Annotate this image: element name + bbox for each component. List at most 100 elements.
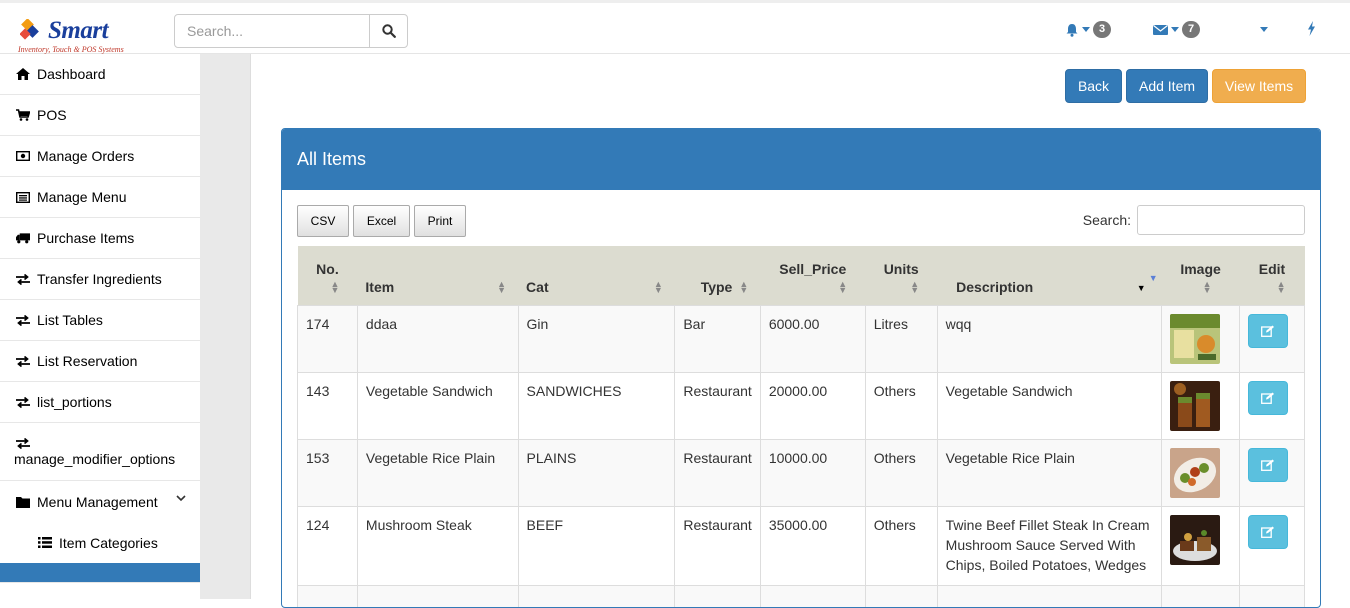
cell-no: 124	[297, 505, 358, 586]
sidebar-item-dashboard[interactable]: Dashboard	[0, 54, 200, 95]
sort-icon: ▲ ▼	[1276, 279, 1286, 295]
brand-name: Smart	[48, 17, 109, 44]
cell-edit	[1239, 505, 1305, 586]
sidebar-item-item-categories[interactable]: Item Categories	[0, 522, 200, 563]
sidebar-item-manage-menu[interactable]: Manage Menu	[0, 177, 200, 218]
sidebar-item-manage-orders[interactable]: Manage Orders	[0, 136, 200, 177]
quick-actions[interactable]	[1307, 21, 1316, 36]
top-navbar: Smart Inventory, Touch & POS Systems 3 7	[0, 0, 1350, 54]
edit-button[interactable]	[1248, 313, 1289, 348]
sidebar-item-manage-modifier-options[interactable]: manage_modifier_options	[0, 423, 200, 481]
edit-button[interactable]	[1248, 380, 1289, 415]
table-row-partial	[297, 584, 1305, 607]
cell-image	[1161, 438, 1241, 507]
sidebar-item-list-reservation[interactable]: List Reservation	[0, 341, 200, 382]
exchange-icon	[16, 314, 30, 326]
col-header-units[interactable]: Units ▲ ▼	[865, 246, 938, 305]
brand-logo[interactable]: Smart Inventory, Touch & POS Systems	[18, 17, 143, 57]
cell-description: wqq	[936, 304, 1163, 373]
table-search-label: Search:	[1082, 212, 1131, 228]
money-icon	[16, 151, 30, 161]
sidebar-item-menu-management[interactable]: Menu Management	[0, 481, 200, 522]
table-search-input[interactable]	[1137, 205, 1305, 235]
edit-button[interactable]	[1248, 514, 1289, 549]
cell-price: 20000.00	[759, 371, 866, 440]
cell-price: 10000.00	[759, 438, 866, 507]
cell-type: Bar	[674, 304, 761, 373]
col-header-image[interactable]: Image ▲ ▼	[1161, 246, 1240, 305]
sidebar-item-label: Transfer Ingredients	[37, 271, 162, 287]
exchange-icon	[16, 273, 30, 285]
cell-edit	[1239, 304, 1305, 373]
col-header-edit[interactable]: Edit ▲ ▼	[1239, 246, 1305, 305]
sidebar-item-label: Dashboard	[37, 66, 106, 82]
sidebar-item-list-portions[interactable]: list_portions	[0, 382, 200, 423]
exchange-icon	[16, 396, 30, 408]
sidebar-item-active[interactable]	[0, 563, 200, 583]
chevron-down-icon	[176, 495, 186, 502]
search-icon	[381, 24, 396, 38]
csv-button[interactable]: CSV	[297, 205, 349, 237]
sidebar-item-transfer-ingredients[interactable]: Transfer Ingredients	[0, 259, 200, 300]
view-items-button[interactable]: View Items	[1212, 69, 1306, 103]
back-button[interactable]: Back	[1065, 69, 1122, 103]
cell-no: 143	[297, 371, 358, 440]
cell-edit	[1239, 438, 1305, 507]
add-item-button[interactable]: Add Item	[1126, 69, 1208, 103]
sidebar-item-purchase-items[interactable]: Purchase Items	[0, 218, 200, 259]
col-header-item[interactable]: Item ▲ ▼	[357, 246, 519, 305]
chevron-down-icon	[1260, 27, 1268, 32]
col-header-no[interactable]: No. ▲ ▼	[297, 246, 358, 305]
item-thumbnail[interactable]	[1170, 380, 1221, 431]
bell-icon	[1066, 23, 1078, 37]
table-row: 124 Mushroom Steak BEEF Restaurant 35000…	[297, 505, 1305, 586]
col-header-sell-price[interactable]: Sell_Price ▲ ▼	[760, 246, 866, 305]
excel-button[interactable]: Excel	[353, 205, 410, 237]
table-search: Search:	[1083, 205, 1305, 235]
cell-cat: SANDWICHES	[517, 371, 676, 440]
edit-button[interactable]	[1248, 447, 1289, 482]
cart-icon	[16, 109, 30, 121]
sidebar-item-label: list_portions	[37, 394, 112, 410]
sort-icon: ▲ ▼	[330, 279, 340, 295]
notifications-dropdown[interactable]: 3	[1065, 21, 1112, 38]
sort-icon: ▲ ▼	[739, 279, 749, 295]
item-thumbnail[interactable]	[1170, 514, 1221, 565]
folder-icon	[16, 496, 30, 508]
sidebar: Dashboard POS Manage Orders Manage Menu …	[0, 54, 200, 599]
sidebar-item-label: POS	[37, 107, 67, 123]
notifications-badge: 3	[1093, 21, 1112, 38]
sidebar-item-label: Manage Menu	[37, 189, 127, 205]
table-header-row: No. ▲ ▼ Item ▲ ▼ Cat ▲ ▼ Type ▲ ▼ Sell_Price ▲ ▼ U…	[297, 246, 1305, 305]
search-input[interactable]	[175, 15, 370, 47]
brand-tagline: Inventory, Touch & POS Systems	[18, 45, 124, 54]
list-alt-icon	[16, 191, 30, 203]
bolt-icon	[1308, 21, 1315, 36]
item-thumbnail[interactable]	[1170, 447, 1221, 498]
sidebar-item-label: List Tables	[37, 312, 103, 328]
cell-no: 174	[297, 304, 358, 373]
print-button[interactable]: Print	[414, 205, 466, 237]
table-row: 174 ddaa Gin Bar 6000.00 Litres wqq	[297, 304, 1305, 373]
cell-price: 6000.00	[759, 304, 866, 373]
col-header-cat[interactable]: Cat ▲ ▼	[518, 246, 675, 305]
col-header-type[interactable]: Type ▲ ▼	[674, 246, 761, 305]
all-items-panel: All Items CSV Excel Print Search: No. ▲ ▼ …	[281, 128, 1321, 608]
sidebar-item-list-tables[interactable]: List Tables	[0, 300, 200, 341]
cell-price: 35000.00	[759, 505, 866, 586]
cell-description: Vegetable Sandwich	[936, 371, 1163, 440]
sidebar-item-label: Item Categories	[59, 534, 158, 551]
global-search	[174, 14, 408, 48]
sidebar-item-pos[interactable]: POS	[0, 95, 200, 136]
chevron-down-icon	[1082, 27, 1090, 32]
item-thumbnail[interactable]	[1170, 313, 1221, 364]
search-button[interactable]	[369, 15, 407, 47]
cell-no: 153	[297, 438, 358, 507]
messages-dropdown[interactable]: 7	[1153, 21, 1201, 38]
sidebar-item-label: Menu Management	[37, 493, 158, 510]
col-header-description[interactable]: Description ▼ ▼	[937, 246, 1162, 305]
cell-cat: PLAINS	[517, 438, 676, 507]
cell-item: ddaa	[356, 304, 519, 373]
sort-icon: ▲ ▼	[497, 279, 507, 295]
user-dropdown[interactable]	[1257, 27, 1268, 32]
